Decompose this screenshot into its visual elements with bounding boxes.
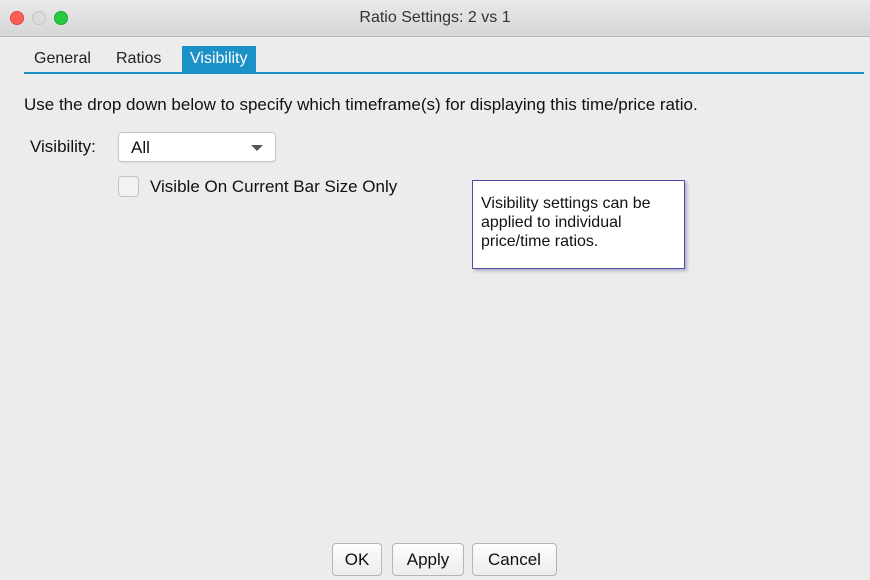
- visibility-dropdown-value: All: [131, 138, 150, 157]
- tab-general[interactable]: General: [24, 46, 101, 72]
- visible-current-bar-checkbox[interactable]: [118, 176, 139, 197]
- visibility-label: Visibility:: [30, 137, 96, 156]
- ok-button[interactable]: OK: [332, 543, 382, 576]
- description-text: Use the drop down below to specify which…: [24, 95, 698, 114]
- tab-visibility[interactable]: Visibility: [182, 46, 256, 72]
- tooltip-line: Visibility settings can be: [481, 195, 651, 212]
- visible-current-bar-label[interactable]: Visible On Current Bar Size Only: [150, 177, 397, 197]
- title-bar: Ratio Settings: 2 vs 1: [0, 0, 870, 37]
- dropdown-arrow-icon: [251, 145, 263, 151]
- visibility-dropdown[interactable]: All: [118, 132, 276, 162]
- tab-underline: [24, 72, 864, 74]
- window-title: Ratio Settings: 2 vs 1: [359, 9, 511, 26]
- apply-button[interactable]: Apply: [392, 543, 464, 576]
- tab-ratios[interactable]: Ratios: [110, 46, 167, 72]
- cancel-button[interactable]: Cancel: [472, 543, 557, 576]
- tooltip-line: applied to individual: [481, 214, 622, 231]
- tooltip-line: price/time ratios.: [481, 233, 599, 250]
- tooltip: Visibility settings can be applied to in…: [472, 180, 685, 269]
